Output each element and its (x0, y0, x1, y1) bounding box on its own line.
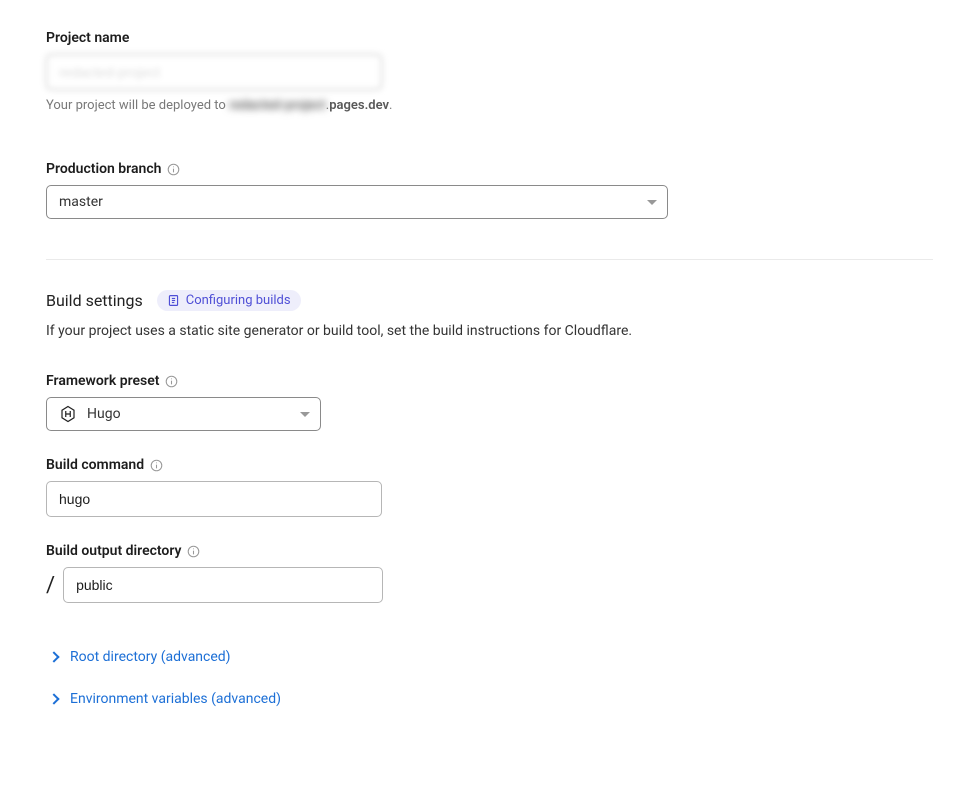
build-output-directory-field: Build output directory / (46, 543, 933, 603)
helper-domain-redacted: redacted-project (229, 98, 326, 113)
production-branch-field: Production branch master (46, 161, 933, 219)
chevron-down-icon (647, 200, 657, 205)
production-branch-label: Production branch (46, 161, 933, 177)
info-icon[interactable] (187, 545, 200, 558)
build-output-directory-label-text: Build output directory (46, 543, 181, 559)
framework-preset-label-text: Framework preset (46, 373, 159, 389)
configuring-builds-link[interactable]: Configuring builds (157, 290, 301, 311)
build-settings-description: If your project uses a static site gener… (46, 323, 933, 339)
build-settings-header: Build settings Configuring builds (46, 290, 933, 311)
environment-variables-expand[interactable]: Environment variables (advanced) (46, 691, 933, 707)
configuring-builds-text: Configuring builds (186, 293, 291, 308)
production-branch-select[interactable]: master (46, 185, 668, 219)
root-directory-expand[interactable]: Root directory (advanced) (46, 649, 933, 665)
info-icon[interactable] (167, 163, 180, 176)
framework-preset-field: Framework preset Hugo (46, 373, 933, 431)
section-divider (46, 259, 933, 260)
environment-variables-text: Environment variables (advanced) (70, 691, 281, 707)
build-output-directory-label: Build output directory (46, 543, 933, 559)
build-command-field: Build command (46, 457, 933, 517)
helper-prefix: Your project will be deployed to (46, 98, 229, 113)
build-command-label-text: Build command (46, 457, 144, 473)
project-name-label: Project name (46, 30, 933, 46)
project-name-label-text: Project name (46, 30, 129, 46)
hugo-icon (59, 405, 77, 423)
info-icon[interactable] (150, 459, 163, 472)
info-icon[interactable] (165, 375, 178, 388)
project-name-helper: Your project will be deployed to redacte… (46, 98, 933, 113)
chevron-right-icon (48, 693, 59, 704)
root-directory-text: Root directory (advanced) (70, 649, 231, 665)
framework-preset-value: Hugo (87, 406, 121, 422)
project-name-field: Project name Your project will be deploy… (46, 30, 933, 113)
build-command-label: Build command (46, 457, 933, 473)
build-settings-title: Build settings (46, 291, 143, 310)
framework-preset-select[interactable]: Hugo (46, 397, 321, 431)
production-branch-value: master (59, 194, 103, 210)
doc-icon (167, 294, 180, 307)
chevron-down-icon (300, 412, 310, 417)
helper-suffix: pages.dev (329, 98, 389, 113)
chevron-right-icon (48, 651, 59, 662)
production-branch-label-text: Production branch (46, 161, 161, 177)
build-command-input[interactable] (46, 481, 382, 517)
framework-preset-label: Framework preset (46, 373, 933, 389)
slash-prefix: / (46, 573, 55, 598)
build-output-directory-input[interactable] (63, 567, 383, 603)
project-name-input[interactable] (46, 54, 382, 90)
